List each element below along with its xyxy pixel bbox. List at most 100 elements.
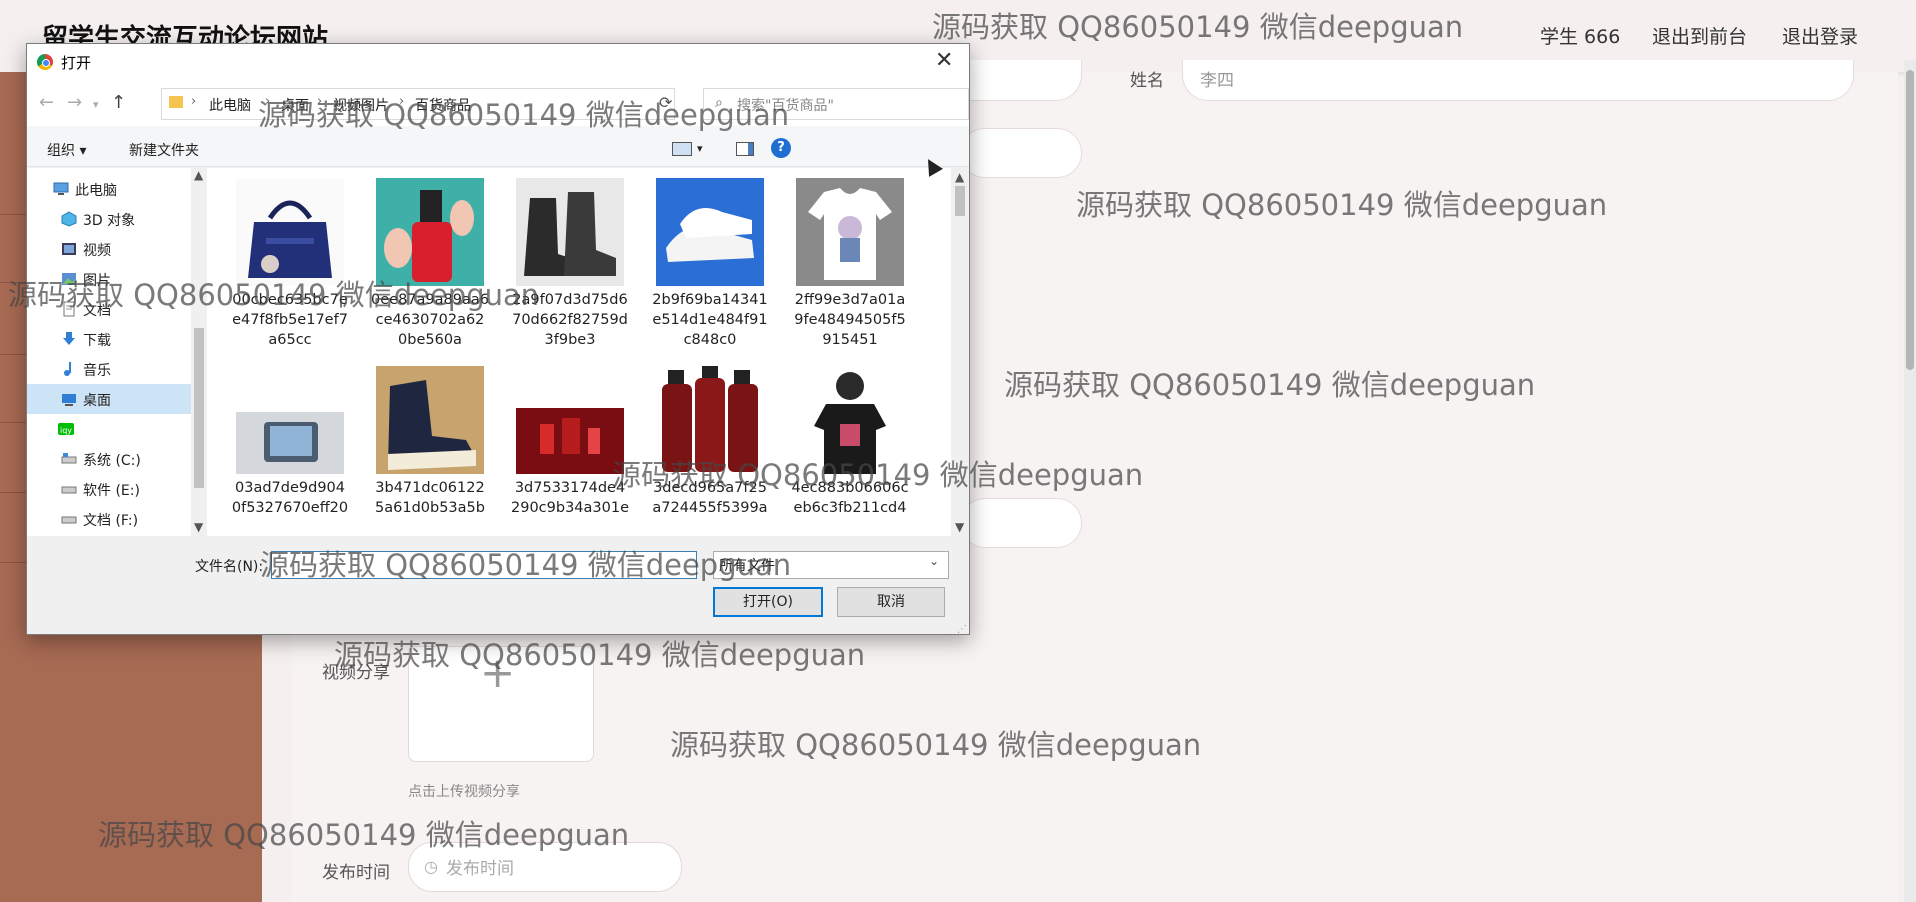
tree-item-documents[interactable]: 文档	[27, 294, 191, 324]
chevron-down-icon: ⌄	[929, 554, 940, 568]
drive-icon	[61, 451, 77, 467]
file-item[interactable]: 2a9f07d3d75d670d662f82759d3f9be3	[511, 178, 629, 350]
file-name: 2ff99e3d7a01a9fe48494505f5915451	[794, 292, 906, 348]
tree-item-iqiyi[interactable]: iqy	[27, 414, 191, 444]
svg-text:iqy: iqy	[60, 426, 72, 435]
tree-item-label: 桌面	[83, 393, 111, 409]
publish-time-placeholder: 发布时间	[446, 859, 514, 879]
shampoo-thumbnail	[656, 366, 764, 474]
cancel-button[interactable]: 取消	[837, 587, 945, 617]
close-icon[interactable]: ✕	[935, 48, 953, 73]
back-arrow-icon[interactable]: ←	[39, 92, 54, 113]
form-field-top-left[interactable]	[960, 60, 1082, 101]
high-top-shoes-thumbnail	[376, 366, 484, 474]
file-name: 0ee87a9a89aa6ce4630702a620be560a	[371, 292, 489, 348]
filename-input[interactable]	[271, 551, 697, 579]
scroll-down-icon[interactable]: ▼	[955, 520, 964, 534]
help-icon[interactable]: ?	[771, 138, 791, 158]
file-list: 00cbec635bc7ee47f8fb5e17ef7a65cc 0ee87a9…	[207, 168, 951, 536]
file-open-dialog: 打开 ✕ ← → ▾ ↑ › 此电脑 › 桌面 › 视频图片 › 百货商品 ⟳ …	[26, 43, 970, 635]
dialog-title-bar[interactable]	[27, 44, 969, 80]
phone-thumbnail	[236, 366, 344, 474]
page-scrollbar[interactable]	[1904, 60, 1916, 902]
user-name-link[interactable]: 学生 666	[1540, 22, 1620, 49]
open-button[interactable]: 打开(O)	[713, 587, 823, 617]
video-icon	[61, 241, 77, 257]
clock-icon: ◷	[424, 857, 438, 876]
computer-icon	[53, 181, 69, 197]
tree-item-desktop[interactable]: 桌面	[27, 384, 191, 414]
chevron-right-icon: ›	[191, 94, 197, 109]
preview-pane-icon[interactable]	[736, 142, 754, 156]
breadcrumb-goods[interactable]: 百货商品	[415, 95, 471, 115]
filetype-value: 所有文件	[719, 558, 775, 574]
tree-item-drive-c[interactable]: 系统 (C:)	[27, 444, 191, 474]
file-item[interactable]: 0ee87a9a89aa6ce4630702a620be560a	[371, 178, 489, 350]
form-field-left-2[interactable]	[960, 128, 1082, 178]
file-item[interactable]: 3b471dc061225a61d0b53a5b	[371, 366, 489, 518]
back-to-front-link[interactable]: 退出到前台	[1652, 22, 1747, 49]
refresh-icon[interactable]: ⟳	[659, 93, 672, 112]
tree-item-label: 音乐	[83, 363, 111, 379]
name-label: 姓名	[1130, 71, 1164, 91]
tree-item-drive-e[interactable]: 软件 (E:)	[27, 474, 191, 504]
file-item[interactable]: 00cbec635bc7ee47f8fb5e17ef7a65cc	[231, 178, 349, 350]
view-dropdown-icon[interactable]: ▾	[697, 142, 703, 155]
upload-hint: 点击上传视频分享	[408, 784, 520, 800]
organize-button[interactable]: 组织 ▾	[47, 140, 86, 160]
file-item[interactable]: 3d7533174de4290c9b34a301e	[511, 366, 629, 518]
breadcrumb-video-images[interactable]: 视频图片	[333, 95, 389, 115]
sneakers-thumbnail	[656, 178, 764, 286]
tree-item-video[interactable]: 视频	[27, 234, 191, 264]
file-item[interactable]: 2ff99e3d7a01a9fe48494505f5915451	[791, 178, 909, 350]
folder-icon	[169, 96, 183, 108]
dialog-title: 打开	[61, 54, 92, 72]
search-placeholder: 搜索"百货商品"	[737, 98, 834, 114]
3d-objects-icon	[61, 211, 77, 227]
forward-arrow-icon[interactable]: →	[67, 92, 82, 113]
chevron-right-icon: ›	[317, 94, 323, 109]
file-item[interactable]: 2b9f69ba14341e514d1e484f91c848c0	[651, 178, 769, 350]
breadcrumb-desktop[interactable]: 桌面	[281, 95, 309, 115]
logout-link[interactable]: 退出登录	[1782, 22, 1858, 49]
tree-item-label: 3D 对象	[83, 213, 136, 229]
tree-item-label: 文档	[83, 303, 111, 319]
picture-icon	[61, 271, 77, 287]
file-name: 2b9f69ba14341e514d1e484f91c848c0	[652, 292, 768, 348]
file-item[interactable]: 3decd965a7f25a724455f5399a	[651, 366, 769, 518]
resize-grip-icon[interactable]: ⋰	[957, 624, 967, 635]
tshirt-thumbnail	[796, 178, 904, 286]
music-icon	[61, 361, 77, 377]
tree-item-label: 图片	[83, 273, 111, 289]
tree-item-drive-f[interactable]: 文档 (F:)	[27, 504, 191, 534]
tree-item-label: 文档 (F:)	[83, 513, 139, 529]
tree-item-music[interactable]: 音乐	[27, 354, 191, 384]
video-share-label: 视频分享	[322, 663, 390, 683]
tree-item-downloads[interactable]: 下载	[27, 324, 191, 354]
filename-label: 文件名(N):	[195, 559, 264, 575]
recent-chevron-icon[interactable]: ▾	[93, 98, 99, 111]
scroll-down-icon[interactable]: ▼	[194, 520, 203, 534]
file-item[interactable]: 03ad7de9d9040f5327670eff20	[231, 366, 349, 518]
file-list-scrollbar[interactable]: ▲ ▼	[951, 168, 969, 536]
scroll-up-icon[interactable]: ▲	[194, 168, 203, 182]
new-folder-button[interactable]: 新建文件夹	[129, 140, 199, 160]
scroll-up-icon[interactable]: ▲	[955, 170, 964, 184]
view-mode-icon[interactable]	[672, 142, 692, 156]
tree-item-3d-objects[interactable]: 3D 对象	[27, 204, 191, 234]
black-tshirt-thumbnail	[796, 366, 904, 474]
name-input[interactable]	[1182, 60, 1854, 101]
tree-scrollbar-thumb[interactable]	[194, 328, 204, 488]
file-list-scrollbar-thumb[interactable]	[955, 186, 965, 216]
form-field-left-3[interactable]	[960, 498, 1082, 548]
page-scrollbar-thumb[interactable]	[1906, 70, 1914, 370]
file-name: 3decd965a7f25a724455f5399a	[652, 480, 768, 516]
tree-item-pictures[interactable]: 图片	[27, 264, 191, 294]
tree-scrollbar[interactable]: ▲ ▼	[191, 168, 207, 536]
tree-item-this-pc[interactable]: 此电脑	[27, 174, 191, 204]
up-arrow-icon[interactable]: ↑	[111, 92, 126, 113]
plus-icon: +	[480, 648, 516, 697]
file-name: 3d7533174de4290c9b34a301e	[511, 480, 630, 516]
breadcrumb-this-pc[interactable]: 此电脑	[209, 95, 251, 115]
file-item[interactable]: 4ec883b06606ceb6c3fb211cd4	[791, 366, 909, 518]
